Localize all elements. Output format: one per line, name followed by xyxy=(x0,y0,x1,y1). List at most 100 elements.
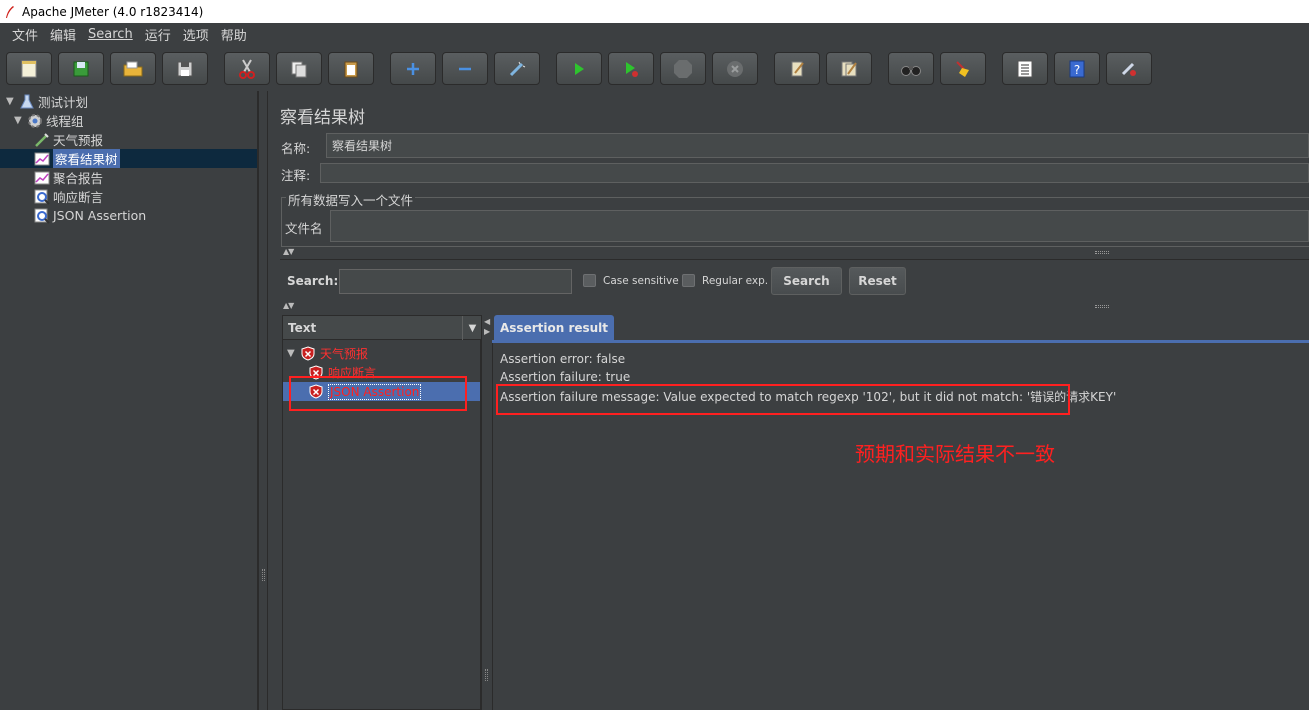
name-field[interactable]: 察看结果树 xyxy=(326,133,1309,158)
expand-triangle-icon[interactable]: ▼ xyxy=(6,96,16,107)
menu-bar: 文件 编辑 Search 运行 选项 帮助 xyxy=(0,23,1309,45)
result-item-sampler[interactable]: ▼ 天气预报 xyxy=(287,344,368,363)
stop-icon xyxy=(674,59,692,78)
save-button[interactable] xyxy=(162,52,208,85)
expand-button[interactable] xyxy=(390,52,436,85)
clear-all-icon xyxy=(841,61,857,76)
filename-field[interactable] xyxy=(330,210,1309,242)
name-label: 名称: xyxy=(281,141,311,156)
annotation-box-failure-message xyxy=(496,384,1070,415)
case-sensitive-checkbox[interactable] xyxy=(583,274,596,287)
clear-button[interactable] xyxy=(774,52,820,85)
tree-item-thread-group[interactable]: ▼ 线程组 xyxy=(14,111,84,130)
expand-triangle-icon[interactable]: ▼ xyxy=(14,115,24,126)
renderer-select[interactable]: Text ▼ xyxy=(283,316,482,340)
collapse-arrows-icon[interactable]: ▲▼ xyxy=(283,247,294,256)
tree-item-http-sampler[interactable]: 天气预报 xyxy=(34,130,103,149)
broom-icon xyxy=(956,60,969,77)
tree-item-test-plan[interactable]: ▼ 测试计划 xyxy=(6,92,88,111)
play-icon xyxy=(575,62,584,75)
remote-icon xyxy=(1121,62,1136,76)
binoculars-icon xyxy=(901,65,921,76)
remote-button[interactable] xyxy=(1106,52,1152,85)
assertion-result-pane: Assertion result Assertion error: false … xyxy=(492,313,1309,710)
search-label: Search: xyxy=(287,274,339,288)
start-button[interactable] xyxy=(556,52,602,85)
reset-search-button[interactable] xyxy=(940,52,986,85)
help-button[interactable]: ? xyxy=(1054,52,1100,85)
filename-label: 文件名 xyxy=(285,221,323,236)
search-button[interactable]: Search xyxy=(771,267,842,295)
arrow-right-icon[interactable]: ▶ xyxy=(484,327,490,336)
separator xyxy=(280,259,1309,260)
jmeter-window: Apache JMeter (4.0 r1823414) 文件 编辑 Searc… xyxy=(0,0,1309,710)
search-input[interactable] xyxy=(339,269,572,294)
minus-icon xyxy=(459,67,471,70)
clear-icon xyxy=(791,61,804,76)
shutdown-button[interactable] xyxy=(712,52,758,85)
open-icon xyxy=(123,61,143,76)
annotation-box-json-assertion xyxy=(289,376,467,411)
arrow-left-icon[interactable]: ◀ xyxy=(484,317,490,326)
play-no-pause-icon xyxy=(626,61,638,77)
stop-button[interactable] xyxy=(660,52,706,85)
templates-button[interactable] xyxy=(58,52,104,85)
svg-text:?: ? xyxy=(1074,63,1080,77)
open-button[interactable] xyxy=(110,52,156,85)
menu-search[interactable]: Search xyxy=(82,27,139,42)
paste-button[interactable] xyxy=(328,52,374,85)
paste-icon xyxy=(344,61,358,77)
panel-grip[interactable] xyxy=(1095,305,1109,308)
clear-all-button[interactable] xyxy=(826,52,872,85)
tree-item-aggregate-report[interactable]: 聚合报告 xyxy=(34,168,103,187)
start-no-pause-button[interactable] xyxy=(608,52,654,85)
toolbar: ? xyxy=(0,45,1309,93)
collapse-arrows-icon[interactable]: ▲▼ xyxy=(283,301,294,310)
assertion-error-line: Assertion error: false xyxy=(500,352,626,366)
case-sensitive-label: Case sensitive xyxy=(603,275,679,287)
test-plan-tree: ▼ 测试计划 ▼ 线程组 天气预报 察看结果树 聚合报告 响应断言 JSON A… xyxy=(0,91,258,710)
new-button[interactable] xyxy=(6,52,52,85)
menu-run[interactable]: 运行 xyxy=(139,25,177,44)
tab-assertion-result[interactable]: Assertion result xyxy=(494,315,615,340)
reset-button[interactable]: Reset xyxy=(849,267,906,295)
plus-icon xyxy=(407,62,419,75)
comment-label: 注释: xyxy=(281,168,311,183)
results-splitter[interactable]: ◀ ▶ xyxy=(481,315,491,710)
main-splitter[interactable] xyxy=(258,91,268,710)
tree-item-json-assertion[interactable]: JSON Assertion xyxy=(34,206,146,225)
function-helper-button[interactable] xyxy=(1002,52,1048,85)
tree-item-response-assertion[interactable]: 响应断言 xyxy=(34,187,103,206)
title-bar: Apache JMeter (4.0 r1823414) xyxy=(0,0,1309,23)
window-title: Apache JMeter (4.0 r1823414) xyxy=(22,4,204,19)
file-output-group-label: 所有数据写入一个文件 xyxy=(286,190,416,209)
wand-icon xyxy=(509,61,526,76)
splitter-grip[interactable] xyxy=(485,669,488,681)
panel-grip[interactable] xyxy=(1095,251,1109,254)
regex-checkbox[interactable] xyxy=(682,274,695,287)
chevron-down-icon[interactable]: ▼ xyxy=(462,316,482,340)
expand-triangle-icon[interactable]: ▼ xyxy=(287,348,301,359)
collapse-button[interactable] xyxy=(442,52,488,85)
cut-button[interactable] xyxy=(224,52,270,85)
shutdown-icon xyxy=(727,60,743,77)
list-icon xyxy=(1017,60,1033,77)
search-button-toolbar[interactable] xyxy=(888,52,934,85)
save-icon xyxy=(177,61,193,76)
tree-item-view-results-tree[interactable]: 察看结果树 xyxy=(0,149,257,168)
menu-help[interactable]: 帮助 xyxy=(215,25,253,44)
menu-file[interactable]: 文件 xyxy=(6,25,44,44)
failed-shield-icon xyxy=(301,346,315,361)
chart-icon xyxy=(34,170,50,186)
jmeter-feather-icon xyxy=(6,5,14,18)
toggle-button[interactable] xyxy=(494,52,540,85)
menu-options[interactable]: 选项 xyxy=(177,25,215,44)
annotation-text: 预期和实际结果不一致 xyxy=(855,442,1055,466)
page-title: 察看结果树 xyxy=(280,108,365,128)
comment-field[interactable] xyxy=(320,163,1309,183)
splitter-grip[interactable] xyxy=(262,569,265,581)
regex-label: Regular exp. xyxy=(702,275,769,287)
copy-button[interactable] xyxy=(276,52,322,85)
menu-edit[interactable]: 编辑 xyxy=(44,25,82,44)
chart-icon xyxy=(34,151,50,167)
